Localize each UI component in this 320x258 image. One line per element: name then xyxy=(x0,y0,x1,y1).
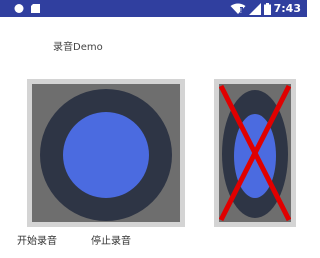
record-image-button[interactable] xyxy=(27,79,185,227)
status-left-svg xyxy=(14,4,40,13)
svg-text:!: ! xyxy=(239,7,242,15)
circle-icon xyxy=(14,4,24,13)
record-disabled-frame xyxy=(219,84,291,222)
status-bar: ! 7:43 xyxy=(0,0,307,17)
page-title: 录音Demo xyxy=(53,42,103,53)
status-time: 7:43 xyxy=(273,2,301,15)
start-record-button[interactable]: 开始录音 xyxy=(17,232,57,247)
status-right-icons: ! 7:43 xyxy=(230,0,301,17)
stop-record-button[interactable]: 停止录音 xyxy=(91,232,131,247)
record-image-frame xyxy=(32,84,180,222)
record-circle-icon xyxy=(40,89,172,221)
status-left-icons xyxy=(0,0,60,17)
record-disabled-image[interactable] xyxy=(214,79,296,227)
signal-icon xyxy=(248,2,261,15)
battery-icon xyxy=(263,2,271,15)
wifi-icon: ! xyxy=(230,3,246,15)
sd-card-icon xyxy=(31,4,40,13)
record-disabled-icon xyxy=(219,84,291,222)
